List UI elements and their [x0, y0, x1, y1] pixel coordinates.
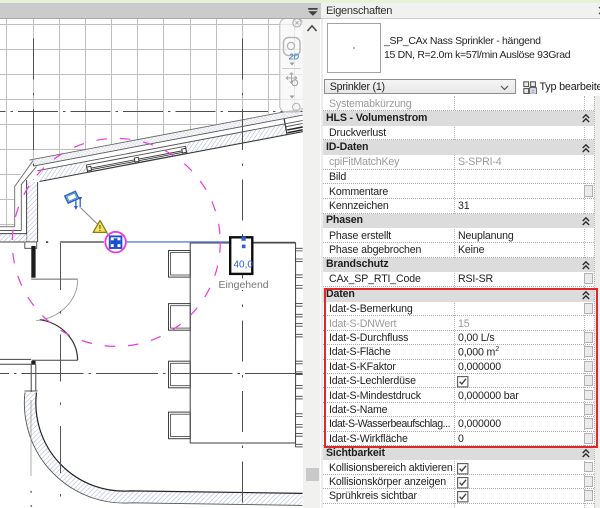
svg-text:!: ! — [99, 224, 102, 233]
svg-text:Eingehend: Eingehend — [218, 280, 268, 291]
svg-text:40,0: 40,0 — [233, 259, 253, 270]
svg-text:2D: 2D — [288, 53, 299, 62]
